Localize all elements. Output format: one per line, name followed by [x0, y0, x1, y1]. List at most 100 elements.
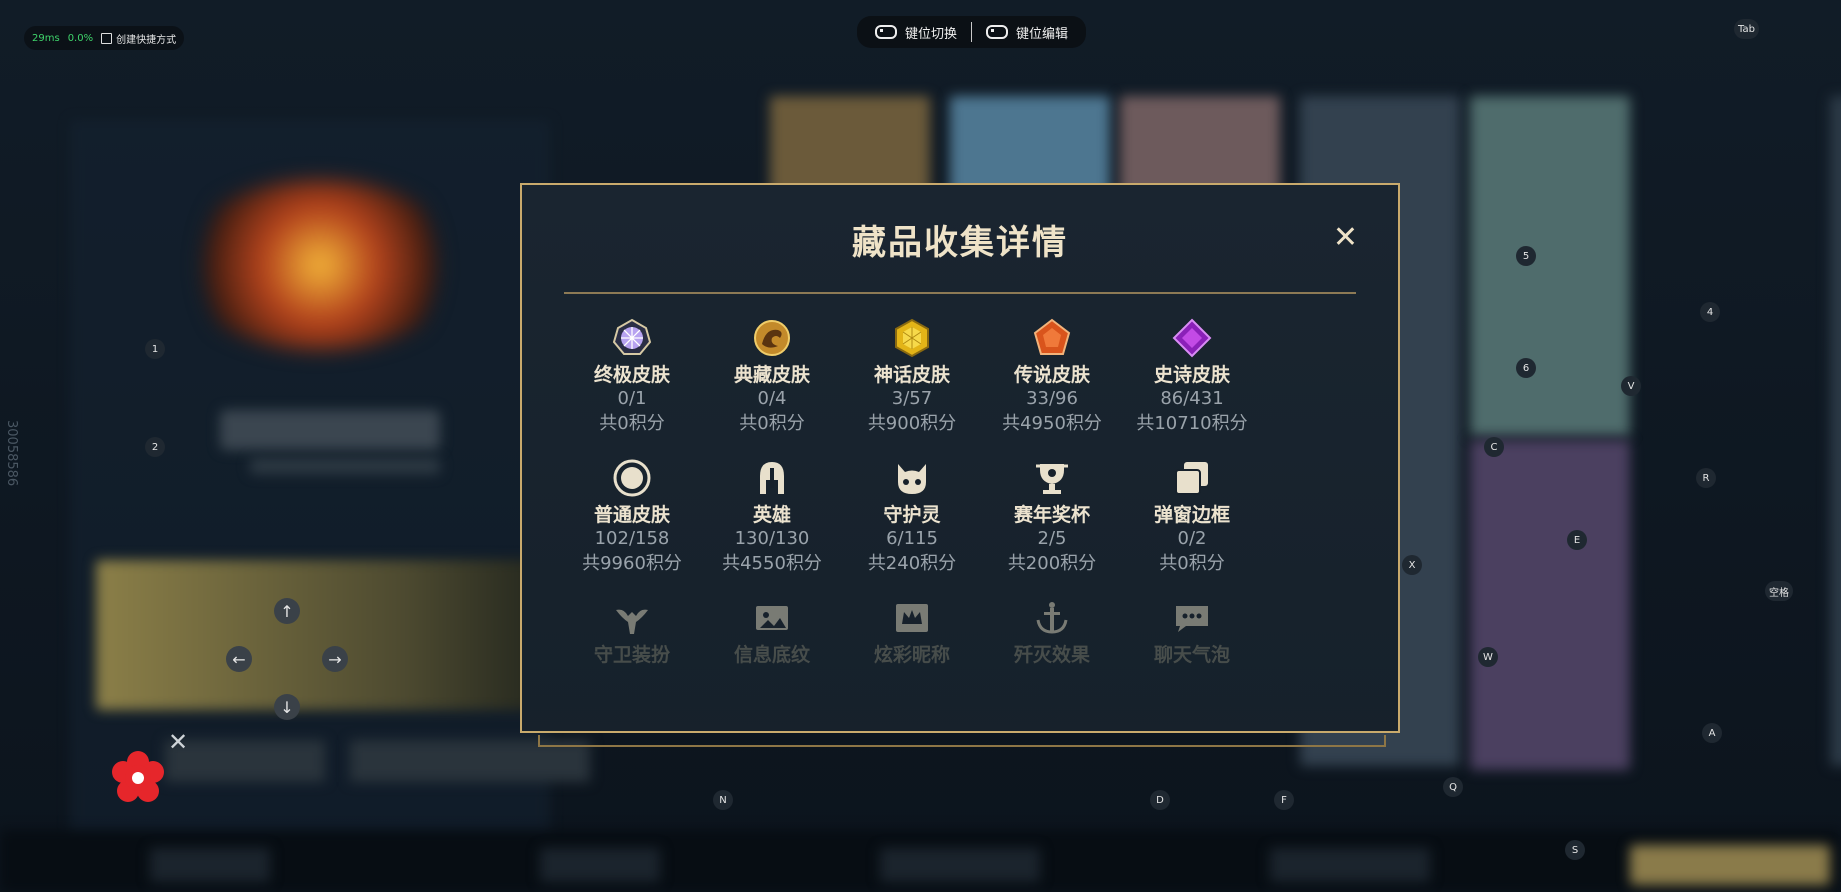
item-count: 0/4 — [757, 388, 787, 409]
key-marker-5[interactable]: 5 — [1516, 246, 1536, 266]
item-count: 3/57 — [891, 388, 933, 409]
annihilate-effect-icon — [1031, 597, 1073, 639]
key-switch-label: 键位切换 — [905, 26, 958, 42]
key-marker-q[interactable]: Q — [1443, 777, 1463, 797]
key-marker-v[interactable]: V — [1621, 376, 1641, 396]
bg-button — [165, 740, 325, 782]
item-count: 102/158 — [594, 528, 670, 549]
key-marker-s[interactable]: S — [1565, 840, 1585, 860]
packet-loss-text: 0.0% — [67, 32, 94, 44]
key-marker-1[interactable]: 1 — [145, 339, 165, 359]
key-marker-2[interactable]: 2 — [145, 437, 165, 457]
item-count: 2/5 — [1037, 528, 1067, 549]
key-marker-4[interactable]: 4 — [1700, 302, 1720, 322]
joystick-right-arrow-icon[interactable]: → — [322, 646, 348, 672]
key-marker-w[interactable]: W — [1478, 647, 1498, 667]
collection-item-colorful-nickname[interactable]: 炫彩昵称 — [842, 597, 982, 667]
modal-shadow — [538, 735, 1386, 747]
collection-item-popup-frame[interactable]: 弹窗边框 0/2 共0积分 — [1122, 457, 1262, 577]
collection-item-epic-skin[interactable]: 史诗皮肤 86/431 共10710积分 — [1122, 317, 1262, 437]
item-name: 歼灭效果 — [1013, 644, 1090, 666]
skin-card-bg — [1470, 96, 1630, 436]
player-name-bg — [220, 410, 440, 450]
bg-gold-button — [1630, 845, 1830, 885]
title-divider — [564, 292, 1356, 294]
side-id-text: 30058586 — [4, 420, 19, 487]
player-sub-bg — [250, 458, 440, 474]
guard-outfit-icon — [611, 597, 653, 639]
legend-skin-icon — [1031, 317, 1073, 359]
toolbar-divider — [971, 22, 973, 42]
gamepad-icon — [986, 25, 1009, 39]
modal-close-button[interactable]: ✕ — [1333, 223, 1358, 253]
collection-item-info-background[interactable]: 信息底纹 — [702, 597, 842, 667]
item-count: 33/96 — [1026, 388, 1078, 409]
joystick-left-arrow-icon[interactable]: ← — [226, 646, 252, 672]
item-name: 弹窗边框 — [1153, 504, 1230, 526]
key-marker-tab[interactable]: Tab — [1734, 19, 1759, 39]
create-shortcut-button[interactable]: 创建快捷方式 — [101, 31, 176, 46]
item-points: 共0积分 — [599, 413, 665, 434]
key-marker-space[interactable]: 空格 — [1765, 581, 1793, 601]
normal-skin-icon — [611, 457, 653, 499]
collection-item-collection-skin[interactable]: 典藏皮肤 0/4 共0积分 — [702, 317, 842, 437]
shortcut-icon — [101, 32, 113, 44]
epic-skin-icon — [1171, 317, 1213, 359]
skin-card-bg — [1470, 440, 1630, 770]
overlay-close-icon[interactable]: ✕ — [168, 728, 188, 756]
guardian-spirit-icon — [891, 457, 933, 499]
collection-item-legend-skin[interactable]: 传说皮肤 33/96 共4950积分 — [982, 317, 1122, 437]
joystick-up-arrow-icon[interactable]: ↑ — [274, 598, 300, 624]
collection-item-annihilate-effect[interactable]: 歼灭效果 — [982, 597, 1122, 667]
key-marker-r[interactable]: R — [1696, 468, 1716, 488]
item-count: 6/115 — [886, 528, 938, 549]
collection-item-trophy[interactable]: 赛年奖杯 2/5 共200积分 — [982, 457, 1122, 577]
item-points: 共10710积分 — [1136, 413, 1248, 434]
flower-menu-icon[interactable] — [108, 748, 168, 808]
keymap-toolbar: 键位切换 键位编辑 — [857, 16, 1087, 48]
key-edit-label: 键位编辑 — [1016, 26, 1069, 42]
item-name: 典藏皮肤 — [733, 364, 810, 386]
item-name: 英雄 — [752, 504, 791, 526]
chat-bubble-icon — [1171, 597, 1213, 639]
joystick-down-arrow-icon[interactable]: ↓ — [274, 694, 300, 720]
key-marker-c[interactable]: C — [1484, 437, 1504, 457]
collection-item-mythic-skin[interactable]: 神话皮肤 3/57 共900积分 — [842, 317, 982, 437]
item-name: 神话皮肤 — [873, 364, 950, 386]
bg-bottom-button — [150, 848, 270, 882]
collection-item-normal-skin[interactable]: 普通皮肤 102/158 共9960积分 — [562, 457, 702, 577]
item-count: 86/431 — [1160, 388, 1224, 409]
item-points: 共240积分 — [867, 553, 957, 574]
bg-bottom-button — [1270, 848, 1430, 882]
key-marker-d[interactable]: D — [1150, 790, 1170, 810]
ultimate-skin-icon — [611, 317, 653, 359]
collection-skin-icon — [751, 317, 793, 359]
collection-item-guard-outfit[interactable]: 守卫装扮 — [562, 597, 702, 667]
item-points: 共0积分 — [1159, 553, 1225, 574]
key-marker-n[interactable]: N — [713, 790, 733, 810]
key-marker-6[interactable]: 6 — [1516, 358, 1536, 378]
key-edit-button[interactable]: 键位编辑 — [978, 23, 1076, 42]
key-switch-button[interactable]: 键位切换 — [867, 23, 965, 42]
key-marker-e[interactable]: E — [1567, 530, 1587, 550]
key-marker-x[interactable]: X — [1402, 555, 1422, 575]
item-name: 炫彩昵称 — [873, 644, 950, 666]
item-name: 传说皮肤 — [1013, 364, 1090, 386]
collection-item-ultimate-skin[interactable]: 终极皮肤 0/1 共0积分 — [562, 317, 702, 437]
item-name: 普通皮肤 — [593, 504, 670, 526]
collection-item-chat-bubble[interactable]: 聊天气泡 — [1122, 597, 1262, 667]
collection-item-hero[interactable]: 英雄 130/130 共4550积分 — [702, 457, 842, 577]
key-marker-f[interactable]: F — [1274, 790, 1294, 810]
scroll-fade-mask — [522, 661, 1398, 731]
item-name: 信息底纹 — [733, 644, 810, 666]
rank-emblem-bg — [180, 180, 460, 350]
trophy-icon — [1031, 457, 1073, 499]
item-name: 守护灵 — [883, 504, 941, 526]
item-count: 0/2 — [1177, 528, 1207, 549]
key-marker-a[interactable]: A — [1702, 723, 1722, 743]
collection-item-guardian-spirit[interactable]: 守护灵 6/115 共240积分 — [842, 457, 982, 577]
item-points: 共900积分 — [867, 413, 957, 434]
popup-frame-icon — [1171, 457, 1213, 499]
bg-bottom-button — [880, 848, 1040, 882]
performance-indicator: 29ms 0.0% 创建快捷方式 — [24, 26, 185, 50]
